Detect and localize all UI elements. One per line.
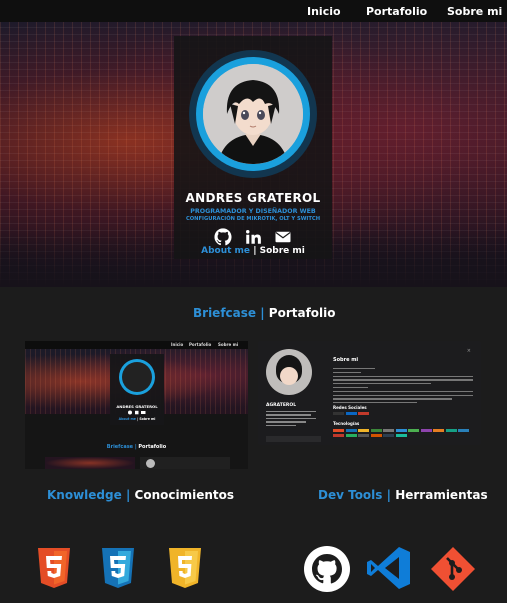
mail-icon[interactable] — [274, 228, 292, 246]
javascript-icon — [168, 548, 202, 588]
git-icon — [430, 546, 476, 592]
preview-links: About me | Sobre mi — [110, 417, 164, 421]
knowledge-title-separator: | — [125, 488, 131, 502]
portfolio-title-es: Portafolio — [268, 306, 336, 320]
profile-role-secondary: CONFIGURACIÓN DE MIKROTIK, OLT Y SWITCH — [185, 216, 321, 222]
social-icons — [174, 228, 332, 246]
preview-avatar — [119, 359, 155, 395]
link-separator: | — [253, 246, 257, 256]
profile-role: PROGRAMADOR Y DISEÑADOR WEB — [190, 208, 316, 215]
devtools-title-en: Dev Tools — [318, 488, 383, 502]
preview-nav-inicio: Inicio — [171, 342, 184, 347]
profile-card: ANDRES GRATEROL PROGRAMADOR Y DISEÑADOR … — [174, 36, 332, 259]
preview-sobre-link: Sobre mi — [139, 417, 156, 421]
portfolio-section-title: Briefcase | Portafolio — [193, 306, 336, 320]
knowledge-section-title: Knowledge | Conocimientos — [47, 488, 234, 502]
preview-tech-title: Tecnologías — [333, 421, 360, 426]
preview-avatar — [266, 349, 312, 395]
devtools-title-separator: | — [386, 488, 392, 502]
nav-link-portafolio[interactable]: Portafolio — [366, 5, 427, 18]
preview-nav-sobre-mi: Sobre mi — [218, 342, 239, 347]
preview-button — [266, 436, 321, 442]
preview-title: Sobre mi — [333, 357, 359, 363]
preview-text-lines — [333, 368, 473, 406]
github-icon[interactable] — [214, 228, 232, 246]
preview-thumbnail-2 — [140, 457, 230, 469]
preview-title-separator: | — [134, 444, 137, 450]
hero-section: ANDRES GRATEROL PROGRAMADOR Y DISEÑADOR … — [0, 22, 507, 287]
avatar-ring-inner — [196, 57, 310, 171]
preview-section-title: Briefcase | Portafolio — [25, 444, 248, 450]
preview-name: ANDRES GRATEROL — [116, 404, 158, 409]
knowledge-title-es: Conocimientos — [134, 488, 235, 502]
preview-bio-text — [266, 411, 316, 428]
knowledge-title-en: Knowledge — [47, 488, 122, 502]
vscode-icon — [366, 545, 412, 591]
sobre-mi-link[interactable]: Sobre mi — [260, 246, 305, 256]
github-icon — [304, 546, 350, 592]
preview-social-icons — [110, 410, 164, 417]
profile-links: About me | Sobre mi — [174, 246, 332, 256]
avatar — [203, 64, 303, 164]
preview-about-link: About me — [118, 417, 136, 421]
portfolio-project-2-preview[interactable]: × AGRATEROL Sobre mi Redes Sociales Tecn… — [258, 341, 481, 445]
preview-navbar: Inicio Portafolio Sobre mi — [25, 341, 248, 349]
preview-social-badges — [333, 412, 473, 415]
top-navbar: Inicio Portafolio Sobre mi — [0, 0, 507, 22]
linkedin-icon[interactable] — [244, 228, 262, 246]
nav-link-inicio[interactable]: Inicio — [307, 5, 341, 18]
profile-name: ANDRES GRATEROL — [185, 191, 321, 205]
css3-icon — [101, 548, 135, 588]
devtools-title-es: Herramientas — [395, 488, 488, 502]
nav-link-sobre-mi[interactable]: Sobre mi — [447, 5, 502, 18]
preview-thumbnail — [45, 457, 135, 469]
preview-nav-portafolio: Portafolio — [189, 342, 212, 347]
preview-title-en: Briefcase — [106, 444, 134, 450]
preview-profile-card: ANDRES GRATEROL About me | Sobre mi — [110, 354, 164, 425]
portfolio-title-separator: | — [260, 306, 265, 320]
preview-thumb-avatar — [146, 459, 155, 468]
portfolio-title-en: Briefcase — [193, 306, 257, 320]
preview-title-es: Portafolio — [138, 444, 167, 450]
close-icon: × — [466, 348, 471, 354]
about-me-link[interactable]: About me — [201, 246, 250, 256]
devtools-section-title: Dev Tools | Herramientas — [318, 488, 488, 502]
avatar-ring — [189, 50, 317, 178]
html5-icon — [37, 548, 71, 588]
preview-tech-badges — [333, 429, 473, 437]
portfolio-project-1-preview[interactable]: Inicio Portafolio Sobre mi ANDRES GRATER… — [25, 341, 248, 469]
preview-social-title: Redes Sociales — [333, 405, 367, 410]
preview-name: AGRATEROL — [266, 403, 297, 408]
